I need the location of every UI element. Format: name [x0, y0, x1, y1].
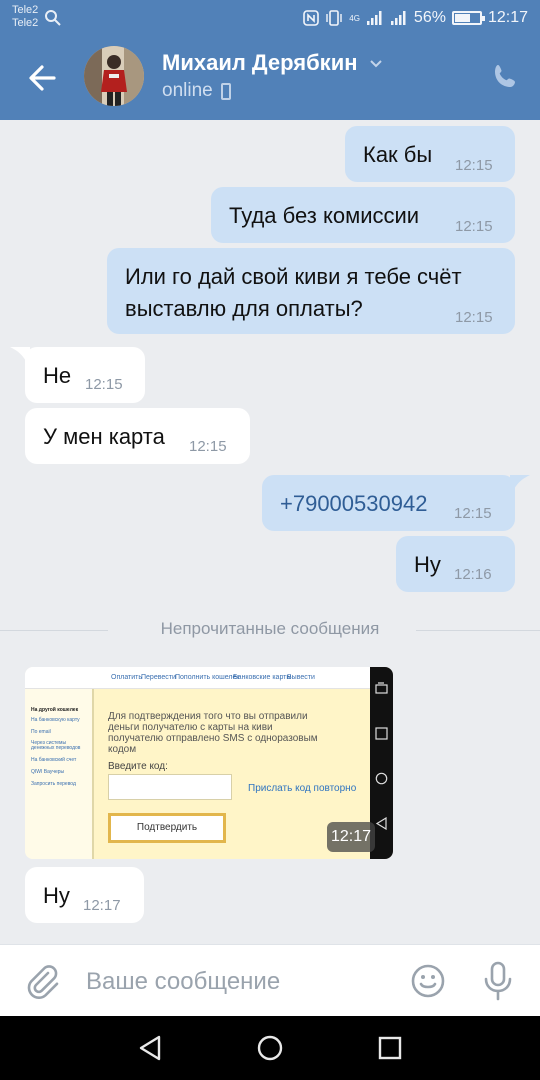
recents-icon[interactable]	[376, 1034, 404, 1062]
home-icon	[375, 772, 388, 785]
network-type: 4G	[349, 13, 360, 23]
unread-divider: Непрочитанные сообщения	[0, 619, 540, 641]
screenshot-sidebar-item: Через системы денежных переводов	[31, 740, 81, 751]
screenshot-code-label: Введите код:	[108, 761, 168, 772]
contact-name[interactable]: Михаил Дерябкин	[162, 50, 358, 76]
carrier-labels: Tele2 Tele2	[12, 4, 38, 30]
carrier-2: Tele2	[12, 17, 39, 29]
message-bubble-out[interactable]: Или го дай свой киви я тебе счёт выставл…	[107, 248, 515, 334]
screenshot-sidebar-item: Запросить перевод	[31, 781, 76, 787]
battery-fill	[454, 14, 470, 22]
vibrate-icon	[326, 10, 342, 26]
screenshot-sidebar-item: QIWI Ваучеры	[31, 769, 65, 775]
message-text: Не	[43, 363, 72, 388]
message-text: Ну	[414, 552, 441, 577]
screenshot-tab: Оплатить	[111, 674, 143, 681]
message-bubble-out[interactable]: Туда без комиссии 12:15	[211, 187, 515, 243]
avatar[interactable]	[84, 46, 144, 106]
message-composer: Ваше сообщение	[0, 944, 540, 1016]
message-time: 12:15	[455, 218, 493, 235]
message-bubble-out[interactable]: Как бы 12:15	[345, 126, 515, 182]
screenshot-confirm-button: Подтвердить	[108, 813, 226, 843]
chevron-down-icon[interactable]	[368, 55, 384, 71]
nfc-icon	[303, 10, 320, 26]
screenshot-sidebar-item: На другой кошелек	[31, 707, 79, 713]
screenshot-tabs: Оплатить Перевести Пополнить кошелек Бан…	[25, 667, 370, 689]
smile-icon[interactable]	[410, 963, 446, 999]
screenshot-tab: Вывести	[287, 674, 315, 681]
screenshot-code-input	[108, 774, 232, 800]
rotate-icon	[375, 682, 388, 694]
message-time: 12:16	[454, 566, 492, 583]
message-bubble-in[interactable]: Ну 12:17	[25, 867, 144, 923]
bubble-tail	[510, 475, 530, 497]
system-nav-bar	[0, 1016, 540, 1080]
signal-icon-2	[390, 11, 406, 25]
message-input[interactable]: Ваше сообщение	[86, 968, 280, 996]
recents-icon	[375, 727, 388, 740]
back-triangle-icon[interactable]	[136, 1034, 164, 1062]
phone-number-link[interactable]: +79000530942	[280, 491, 427, 517]
message-bubble-out[interactable]: +79000530942 12:15	[262, 475, 515, 531]
message-bubble-out[interactable]: Ну 12:16	[396, 536, 515, 592]
screenshot-sidebar: На другой кошелек На банковскую карту По…	[25, 689, 91, 859]
status-clock: 12:17	[487, 9, 528, 26]
message-time: 12:15	[189, 438, 227, 455]
message-time: 12:15	[454, 505, 492, 522]
photo-message[interactable]: Оплатить Перевести Пополнить кошелек Бан…	[25, 667, 393, 859]
contact-status-row: online	[162, 80, 231, 102]
message-text: Туда без комиссии	[229, 203, 420, 228]
battery-percent: 56%	[413, 9, 446, 26]
paperclip-icon[interactable]	[24, 963, 60, 999]
photo-time: 12:17	[327, 822, 375, 852]
message-text-line-1: Или го дай свой киви я тебе счёт	[125, 264, 462, 289]
mobile-device-icon	[220, 82, 231, 100]
message-time: 12:15	[85, 376, 123, 393]
carrier-1: Tele2	[12, 4, 39, 16]
message-time: 12:17	[83, 897, 121, 914]
contact-status: online	[162, 80, 213, 101]
screenshot-sms-message: Для подтверждения того что вы отправили …	[108, 711, 318, 755]
status-icons: 4G 56% 12:17	[303, 8, 528, 28]
search-icon	[45, 10, 61, 26]
screenshot-tab: Банковские карты	[233, 674, 292, 681]
arrow-left-icon[interactable]	[24, 60, 60, 96]
back-triangle-icon	[375, 817, 387, 830]
screenshot-tab: Перевести	[141, 674, 176, 681]
screenshot-sidebar-item: По email	[31, 729, 51, 735]
battery-icon	[451, 11, 485, 25]
signal-icon	[366, 11, 382, 25]
message-time: 12:15	[455, 157, 493, 174]
message-text: Ну	[43, 883, 70, 908]
message-text: У мен карта	[43, 424, 165, 449]
status-bar: Tele2 Tele2 4G 56% 12:17	[0, 0, 540, 36]
message-text: Как бы	[363, 142, 433, 167]
screenshot-sidebar-item: На банковскую карту	[31, 717, 80, 723]
avatar-photo	[84, 46, 144, 106]
phone-icon[interactable]	[490, 62, 520, 92]
contact-name-row[interactable]: Михаил Дерябкин	[162, 50, 384, 76]
message-bubble-in[interactable]: У мен карта 12:15	[25, 408, 250, 464]
message-time: 12:15	[455, 309, 493, 326]
app-header: Tele2 Tele2 4G 56% 12:17 Михаил Дерябкин…	[0, 0, 540, 120]
microphone-icon[interactable]	[480, 961, 516, 1001]
message-bubble-in[interactable]: Не 12:15	[25, 347, 145, 403]
message-text-line-2: выставлю для оплаты?	[125, 296, 363, 321]
screenshot-sidebar-item: На банковский счет	[31, 757, 77, 763]
screenshot-resend-link: Прислать код повторно	[248, 783, 357, 794]
screenshot-tab: Пополнить кошелек	[175, 674, 240, 681]
home-icon[interactable]	[256, 1034, 284, 1062]
